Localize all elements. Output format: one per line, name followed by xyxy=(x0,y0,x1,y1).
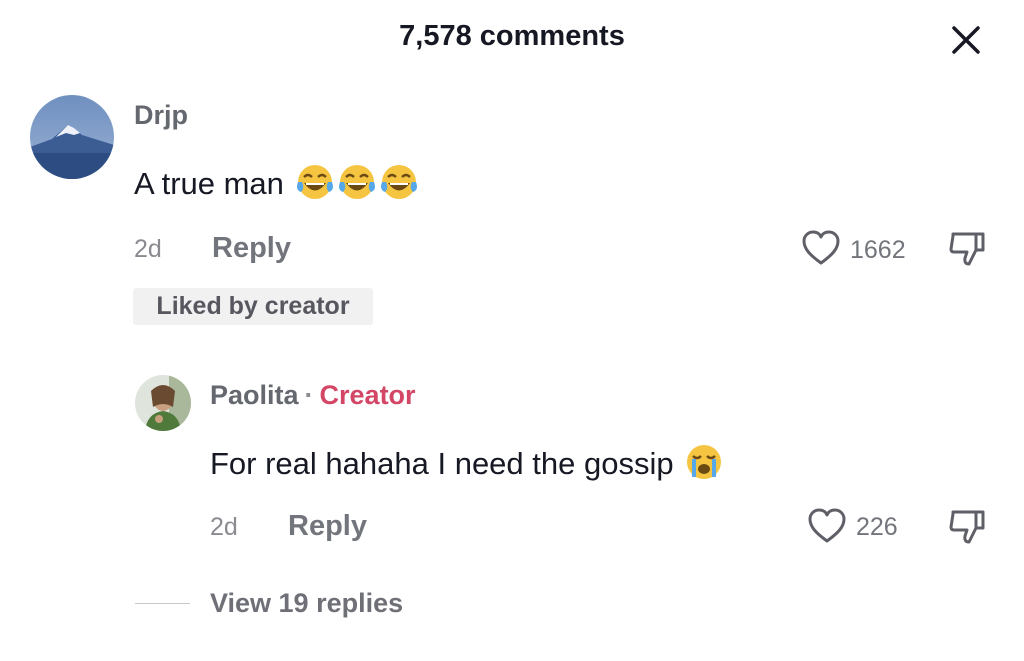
close-button[interactable] xyxy=(946,20,986,60)
tears-of-joy-emoji xyxy=(295,162,335,210)
like-button[interactable] xyxy=(806,506,848,546)
comment-text: A true man xyxy=(134,162,419,210)
comments-count-title: 7,578 comments xyxy=(399,20,625,52)
reply-body: For real hahaha I need the gossip xyxy=(210,446,674,482)
separator-dot: · xyxy=(304,380,314,410)
reply-timestamp: 2d xyxy=(210,513,238,541)
thumbs-down-icon xyxy=(949,510,985,544)
close-icon xyxy=(952,26,980,54)
reply-button[interactable]: Reply xyxy=(212,232,291,265)
heart-icon xyxy=(808,508,846,543)
divider xyxy=(135,603,190,604)
liked-by-creator-badge: Liked by creator xyxy=(133,288,373,325)
reply-button[interactable]: Reply xyxy=(288,510,367,543)
dislike-button[interactable] xyxy=(946,506,988,548)
tears-of-joy-emoji xyxy=(337,162,377,210)
like-count: 226 xyxy=(856,513,898,541)
tears-of-joy-emoji xyxy=(379,162,419,210)
reply-header: Paolita · Creator xyxy=(210,380,416,411)
creator-label: Creator xyxy=(319,380,416,410)
avatar[interactable] xyxy=(30,95,114,179)
comment-timestamp: 2d xyxy=(134,235,162,263)
comment-body: A true man xyxy=(134,166,284,202)
loudly-crying-emoji xyxy=(684,442,724,490)
comment-username[interactable]: Drjp xyxy=(134,100,188,131)
dislike-button[interactable] xyxy=(946,228,988,270)
reply-username[interactable]: Paolita xyxy=(210,380,299,410)
like-count: 1662 xyxy=(850,236,906,264)
avatar[interactable] xyxy=(135,375,191,431)
heart-icon xyxy=(802,230,840,265)
thumbs-down-icon xyxy=(949,232,985,266)
reply-text: For real hahaha I need the gossip xyxy=(210,442,724,490)
like-button[interactable] xyxy=(800,228,842,268)
view-replies-button[interactable]: View 19 replies xyxy=(210,588,403,619)
